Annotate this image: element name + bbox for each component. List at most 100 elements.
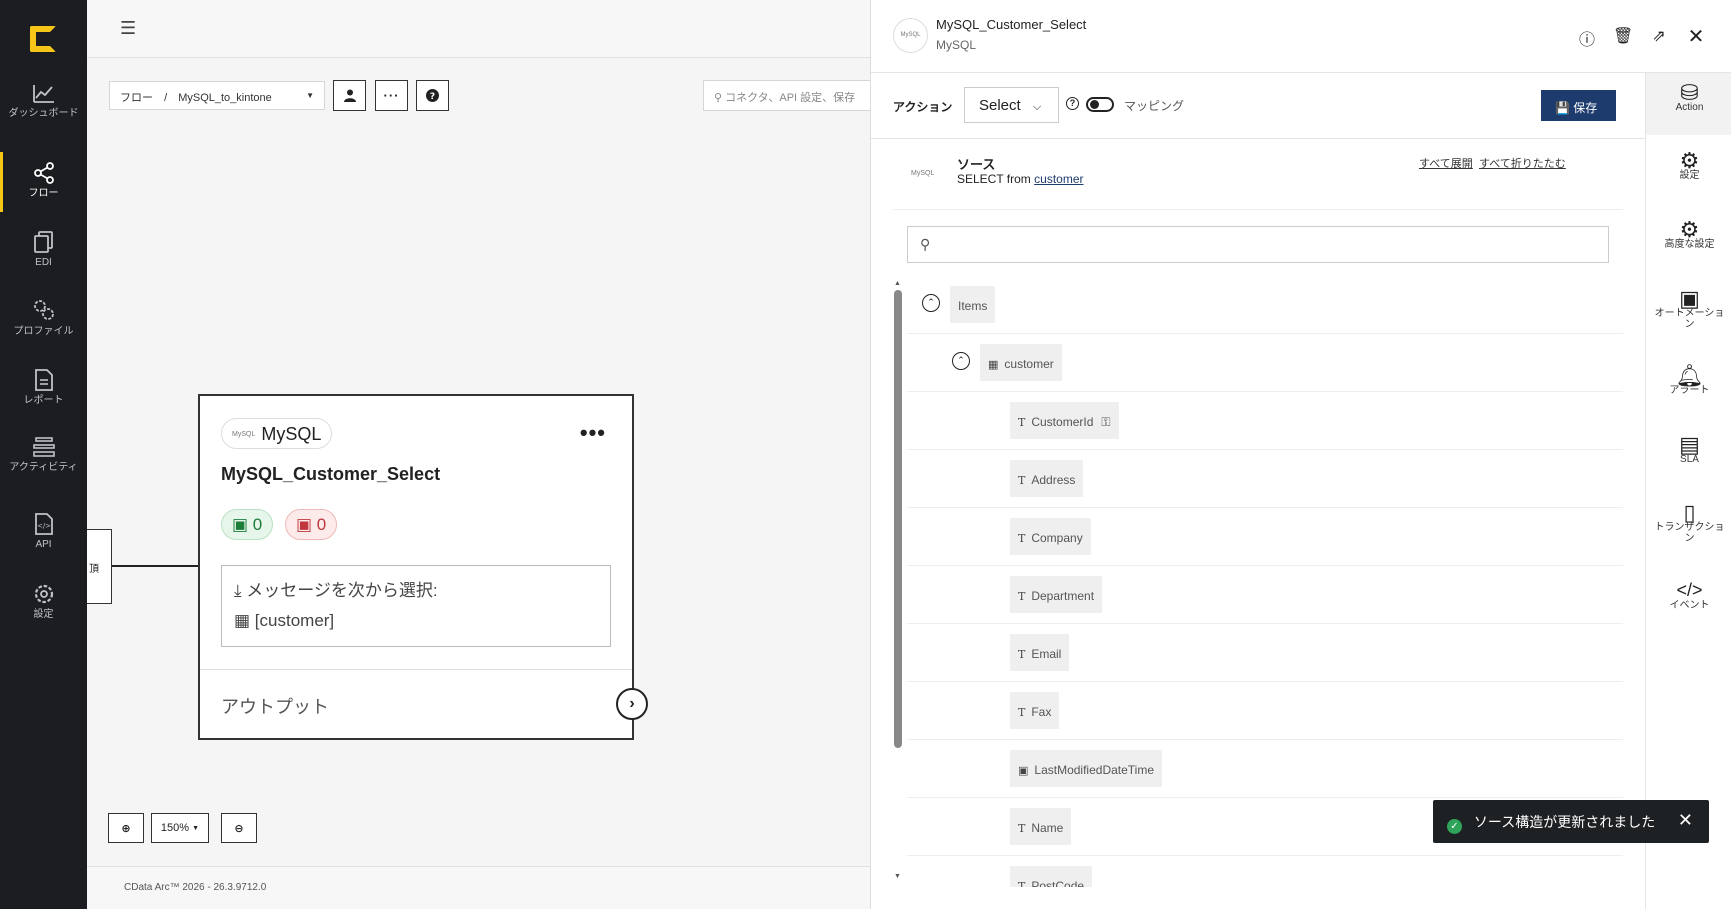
error-count-badge[interactable]: ▣ 0 [285, 509, 338, 540]
tree-node-items: Items [950, 286, 996, 323]
tree-field: T Department [1010, 576, 1103, 613]
nav-item-settings[interactable]: 設定 [0, 583, 87, 620]
rnav-label: イベント [1669, 600, 1710, 611]
save-button[interactable]: 💾 保存 [1541, 90, 1616, 121]
rnav-item-advanced[interactable]: ⚙ 高度な設定 [1646, 217, 1731, 251]
nav-item-api[interactable]: </> API [0, 513, 87, 550]
mapping-toggle[interactable] [1086, 97, 1114, 112]
upstream-node-stub[interactable]: 頂 [87, 529, 112, 604]
collapse-circle-icon[interactable]: ⌃ [952, 352, 970, 370]
chevron-right-icon: › [629, 695, 635, 712]
connector-panel: MySQL MySQL_Customer_Select MySQL ⓘ 🗑 ⇗ … [870, 0, 1731, 909]
more-options-button[interactable]: ··· [375, 80, 408, 111]
chart-line-icon [32, 85, 54, 103]
close-icon[interactable]: ✕ [1678, 810, 1693, 831]
success-count-badge[interactable]: ▣ 0 [221, 509, 274, 540]
tree-filter-input[interactable]: ⚲ [907, 226, 1609, 263]
field-name: PostCode [1031, 879, 1085, 887]
rnav-item-transaction[interactable]: ▯ トランザクション [1646, 502, 1731, 545]
nav-item-edi[interactable]: EDI [0, 231, 87, 268]
field-name: Email [1031, 647, 1062, 661]
panel-header: MySQL MySQL_Customer_Select MySQL ⓘ 🗑 ⇗ … [871, 0, 1731, 73]
tree-row-field[interactable]: T Address [907, 450, 1623, 508]
chevron-down-icon[interactable]: ▼ [306, 91, 314, 100]
external-link-icon[interactable]: ⇗ [1649, 26, 1669, 46]
field-name: LastModifiedDateTime [1034, 763, 1155, 777]
connector-type-label: MySQL [261, 424, 322, 444]
collapse-all-link[interactable]: すべて折りたたむ [1479, 155, 1566, 171]
rnav-label: SLA [1680, 454, 1699, 465]
action-select[interactable]: Select ⌵ [964, 87, 1059, 123]
rnav-item-sla[interactable]: ▤ SLA [1646, 434, 1731, 466]
tree-row-items[interactable]: ⌃ Items [907, 276, 1623, 334]
output-port-button[interactable]: › [616, 688, 648, 720]
toast-message: ソース構造が更新されました [1473, 814, 1656, 830]
tree-row-field[interactable]: ▣ LastModifiedDateTime [907, 740, 1623, 798]
zoom-out-button[interactable]: ⊖ [221, 813, 257, 843]
nav-item-profile[interactable]: プロファイル [0, 298, 87, 337]
source-table-link[interactable]: customer [1034, 172, 1083, 186]
rnav-item-settings[interactable]: ⚙ 設定 [1646, 150, 1731, 182]
cdata-logo[interactable] [30, 26, 56, 52]
tree-field: T Name [1010, 808, 1072, 845]
tree-row-field[interactable]: T Fax [907, 682, 1623, 740]
check-circle-icon: ✓ [1447, 819, 1462, 834]
connector-search-input[interactable]: ⚲ コネクタ、API 設定、保存 [703, 80, 870, 111]
tree-row-field[interactable]: T Department [907, 566, 1623, 624]
rnav-item-event[interactable]: </> イベント [1646, 581, 1731, 611]
rnav-label: 設定 [1679, 170, 1700, 181]
rnav-label: 高度な設定 [1664, 239, 1715, 250]
text-type-icon: T [1018, 590, 1026, 603]
floppy-disk-icon: 💾 [1555, 101, 1570, 115]
main-nav: ダッシュボード フロー EDI プロファイル レポート アクティビティ </> … [0, 0, 87, 909]
hamburger-menu-icon[interactable]: ☰ [120, 19, 136, 37]
help-icon[interactable]: ⓘ [1577, 26, 1597, 50]
svg-text:?: ? [430, 92, 435, 102]
trash-icon[interactable]: 🗑 [1613, 26, 1633, 46]
tree-row-field[interactable]: T CustomerId ⚿ [907, 392, 1623, 450]
help-button[interactable]: ? [416, 80, 449, 111]
scroll-down-arrow[interactable]: ▼ [894, 873, 901, 880]
connection-line [112, 565, 201, 567]
zoom-level-select[interactable]: 150% ▼ [151, 813, 209, 843]
stub-label: 頂 [89, 564, 99, 575]
expand-all-link[interactable]: すべて展開 [1419, 155, 1473, 171]
documents-icon [33, 231, 53, 253]
tree-row-field[interactable]: T Email [907, 624, 1623, 682]
nav-item-flow[interactable]: フロー [0, 152, 87, 212]
breadcrumb[interactable]: フロー / MySQL_to_kintone ▼ [109, 81, 325, 110]
close-icon[interactable]: ✕ [1686, 24, 1706, 49]
tree-scrollbar[interactable] [894, 290, 902, 748]
node-more-button[interactable]: ••• [580, 420, 606, 446]
nav-item-activity[interactable]: アクティビティ [0, 436, 87, 473]
question-circle-icon[interactable]: ? [1066, 97, 1079, 110]
search-placeholder: コネクタ、API 設定、保存 [725, 92, 856, 104]
rnav-item-automation[interactable]: ▣ オートメーション [1646, 288, 1731, 331]
rnav-item-action[interactable]: ⛁ Action [1646, 73, 1731, 135]
gears-icon: ⚙ [1679, 217, 1700, 242]
tree-field: T PostCode [1010, 866, 1093, 887]
collapse-circle-icon[interactable]: ⌃ [922, 294, 940, 312]
mysql-logo-icon: MySQL [911, 170, 935, 177]
question-circle-icon: ? [426, 89, 439, 102]
rnav-label: オートメーション [1654, 308, 1725, 330]
tree-field: T Email [1010, 634, 1070, 671]
error-count: 0 [316, 515, 327, 534]
tree-row-field[interactable]: T Company [907, 508, 1623, 566]
api-file-icon: </> [34, 513, 53, 535]
message-label: メッセージを次から選択: [246, 581, 438, 600]
breadcrumb-root[interactable]: フロー [120, 92, 153, 104]
nav-item-dashboard[interactable]: ダッシュボード [0, 84, 87, 119]
caret-down-icon: ▼ [192, 824, 200, 832]
tree-row-field[interactable]: T PostCode [907, 856, 1623, 887]
nav-item-report[interactable]: レポート [0, 369, 87, 406]
user-button[interactable] [333, 80, 366, 111]
svg-text:</>: </> [36, 522, 50, 530]
tree-row-customer[interactable]: ⌃ ▦ customer [907, 334, 1623, 392]
text-type-icon: T [1018, 706, 1026, 719]
scroll-up-arrow[interactable]: ▲ [894, 280, 901, 287]
action-value: Select [979, 97, 1021, 114]
zoom-in-button[interactable]: ⊕ [108, 813, 144, 843]
rnav-item-alert[interactable]: 🔔︎ アラート [1646, 365, 1731, 397]
flow-node-mysql[interactable]: MySQL MySQL ••• MySQL_Customer_Select ▣ … [198, 394, 648, 740]
